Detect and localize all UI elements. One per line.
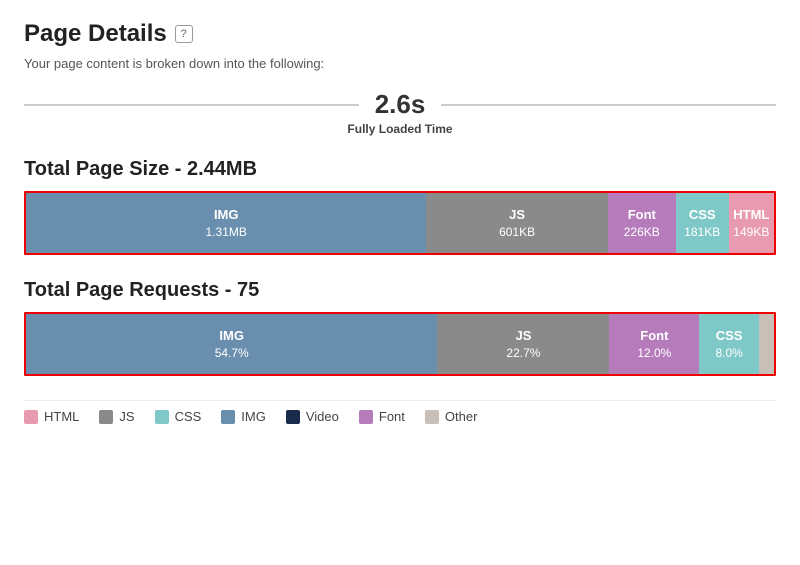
bar-segment-req-css: CSS8.0% [699, 314, 759, 374]
time-value: 2.6s [359, 89, 442, 120]
legend-item-js: JS [99, 409, 134, 424]
time-line-right [441, 104, 776, 106]
legend-item-font: Font [359, 409, 405, 424]
legend-item-css: CSS [155, 409, 202, 424]
legend-label-js: JS [119, 409, 134, 424]
bar-segment-html: HTML149KB [729, 193, 774, 253]
legend: HTML JS CSS IMG Video Font Other [24, 400, 776, 424]
bar-segment-req-other [759, 314, 774, 374]
bar-segment-img: IMG1.31MB [26, 193, 426, 253]
requests-section-title: Total Page Requests - 75 [24, 279, 776, 302]
requests-bar-chart: IMG54.7%JS22.7%Font12.0%CSS8.0% [24, 312, 776, 376]
bar-segment-js: JS601KB [426, 193, 607, 253]
legend-color-css [155, 410, 169, 424]
subtitle: Your page content is broken down into th… [24, 56, 776, 71]
legend-item-video: Video [286, 409, 339, 424]
time-line-left [24, 104, 359, 106]
page-title: Page Details [24, 20, 167, 48]
legend-item-other: Other [425, 409, 478, 424]
legend-label-img: IMG [241, 409, 266, 424]
legend-color-js [99, 410, 113, 424]
legend-item-img: IMG [221, 409, 266, 424]
bar-segment-css: CSS181KB [676, 193, 729, 253]
legend-color-img [221, 410, 235, 424]
time-line: 2.6s [24, 89, 776, 120]
help-badge[interactable]: ? [175, 25, 193, 43]
page-header: Page Details ? [24, 20, 776, 48]
time-section: 2.6s Fully Loaded Time [24, 89, 776, 136]
legend-label-html: HTML [44, 409, 79, 424]
bar-segment-req-font: Font12.0% [609, 314, 699, 374]
time-label: Fully Loaded Time [347, 122, 452, 136]
legend-label-video: Video [306, 409, 339, 424]
legend-color-other [425, 410, 439, 424]
legend-label-font: Font [379, 409, 405, 424]
legend-color-font [359, 410, 373, 424]
bar-segment-req-js: JS22.7% [437, 314, 609, 374]
bar-segment-req-img: IMG54.7% [26, 314, 437, 374]
legend-item-html: HTML [24, 409, 79, 424]
legend-color-video [286, 410, 300, 424]
size-bar-chart: IMG1.31MBJS601KBFont226KBCSS181KBHTML149… [24, 191, 776, 255]
legend-color-html [24, 410, 38, 424]
legend-label-css: CSS [175, 409, 202, 424]
size-section-title: Total Page Size - 2.44MB [24, 158, 776, 181]
legend-label-other: Other [445, 409, 478, 424]
bar-segment-font: Font226KB [608, 193, 676, 253]
